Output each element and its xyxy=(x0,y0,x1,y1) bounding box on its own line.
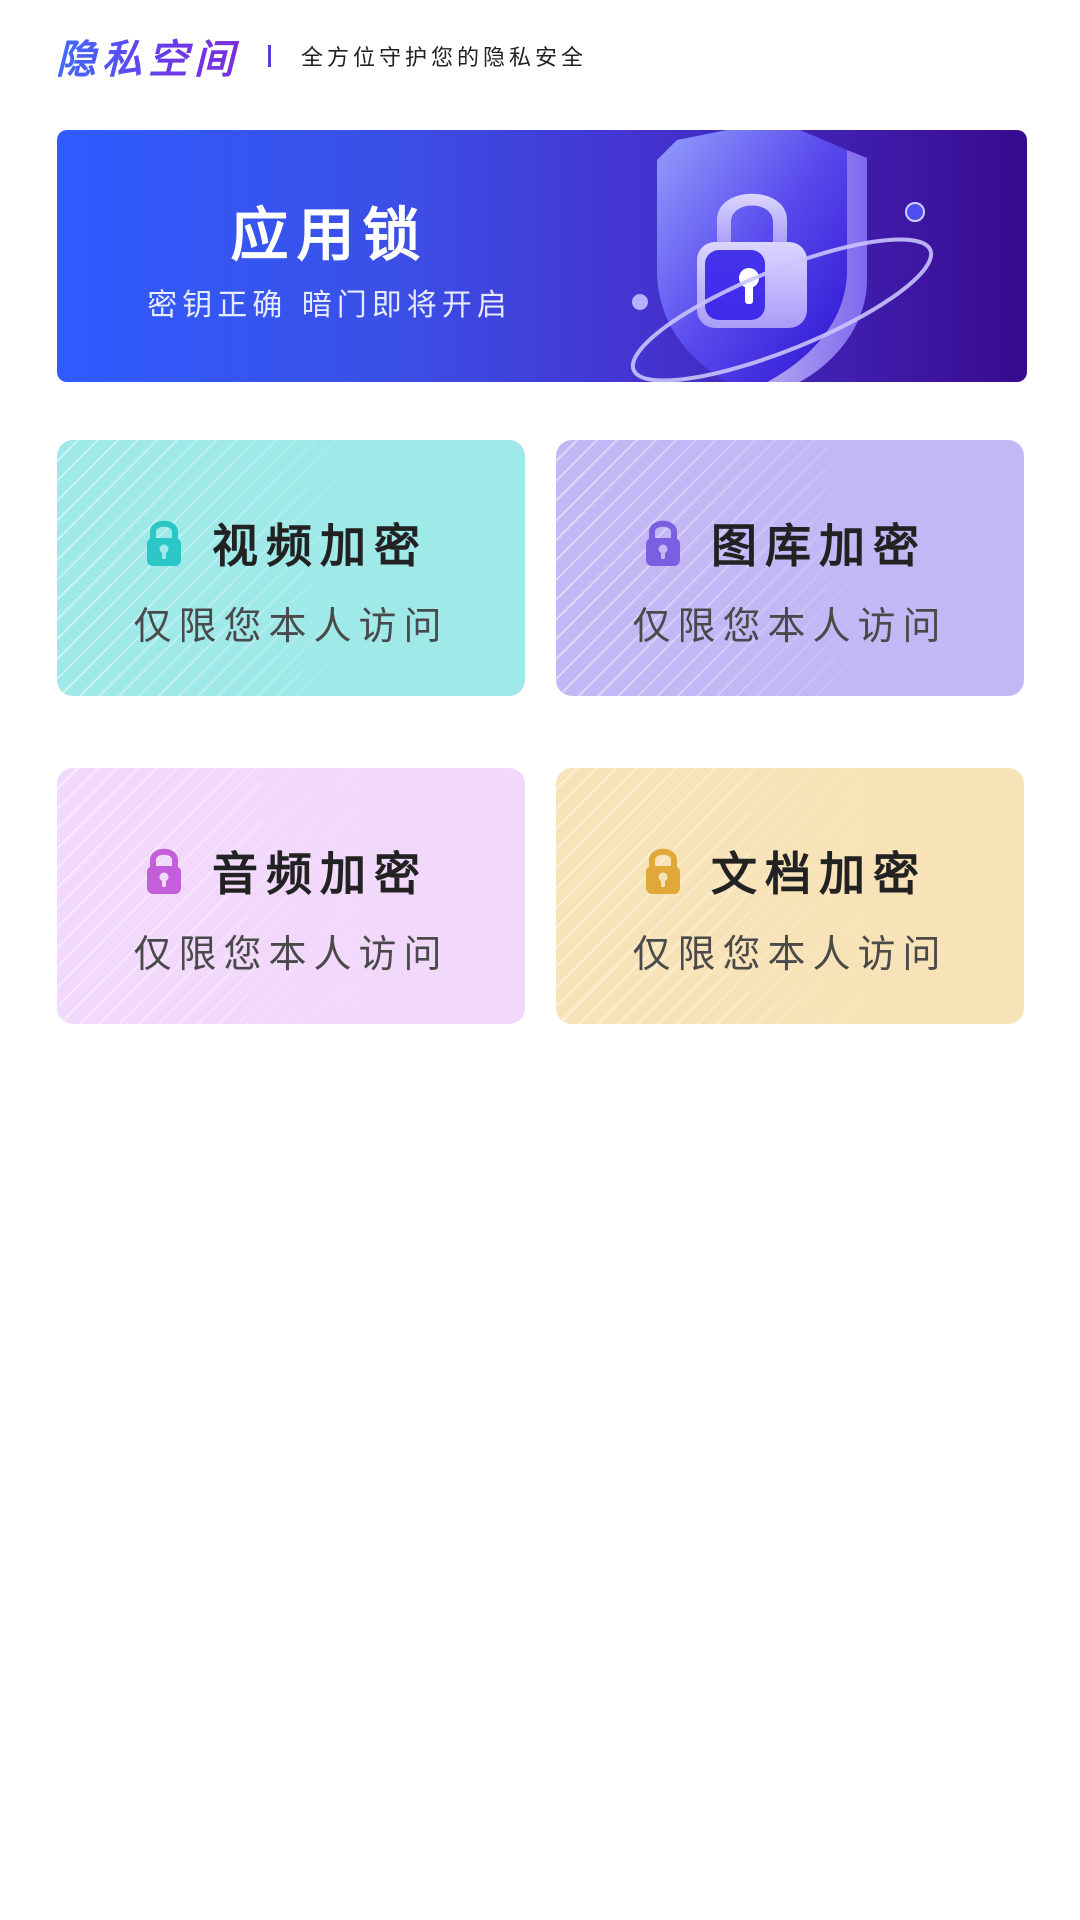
shield-lock-icon xyxy=(630,130,934,382)
audio-encrypt-card[interactable]: 音频加密 仅限您本人访问 xyxy=(57,768,525,1024)
card-header: 视频加密 xyxy=(57,510,525,576)
card-subtitle: 仅限您本人访问 xyxy=(133,932,449,976)
gallery-encrypt-card[interactable]: 图库加密 仅限您本人访问 xyxy=(556,440,1024,696)
card-subtitle: 仅限您本人访问 xyxy=(632,604,948,648)
brand-tagline: 全方位守护您的隐私安全 xyxy=(301,46,588,71)
card-header: 音频加密 xyxy=(57,838,525,904)
lock-icon xyxy=(147,848,181,894)
lock-icon xyxy=(646,848,680,894)
lock-icon xyxy=(147,520,181,566)
privacy-space-screen: 隐私空间 全方位守护您的隐私安全 应用锁 密钥正确 暗门即将开启 视频加密 仅限… xyxy=(0,0,1080,1920)
banner-title: 应用锁 xyxy=(230,201,429,269)
card-title: 视频加密 xyxy=(212,519,428,573)
brand-title: 隐私空间 xyxy=(56,27,240,85)
document-encrypt-card[interactable]: 文档加密 仅限您本人访问 xyxy=(556,768,1024,1024)
app-header: 隐私空间 全方位守护您的隐私安全 xyxy=(56,27,588,85)
banner-subtitle: 密钥正确 暗门即将开启 xyxy=(147,288,512,323)
card-title: 文档加密 xyxy=(711,847,927,901)
card-title: 音频加密 xyxy=(212,847,428,901)
card-title: 图库加密 xyxy=(711,519,927,573)
video-encrypt-card[interactable]: 视频加密 仅限您本人访问 xyxy=(57,440,525,696)
header-divider xyxy=(268,45,271,67)
lock-icon xyxy=(646,520,680,566)
card-subtitle: 仅限您本人访问 xyxy=(133,604,449,648)
card-header: 文档加密 xyxy=(556,838,1024,904)
card-header: 图库加密 xyxy=(556,510,1024,576)
card-subtitle: 仅限您本人访问 xyxy=(632,932,948,976)
app-lock-banner[interactable]: 应用锁 密钥正确 暗门即将开启 xyxy=(57,130,1027,382)
